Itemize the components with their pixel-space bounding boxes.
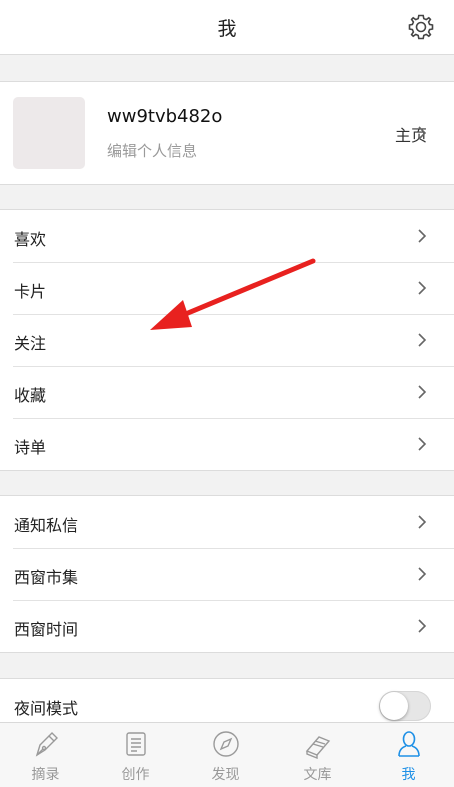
- tab-label: 文库: [303, 767, 332, 783]
- tab-label: 发现: [211, 767, 240, 783]
- menu-item-label: 诗单: [14, 438, 47, 457]
- edit-profile-link[interactable]: 编辑个人信息: [107, 140, 197, 161]
- chevron-right-icon: [418, 619, 427, 633]
- page-title: 我: [217, 18, 237, 40]
- tab-label: 创作: [121, 767, 150, 783]
- menu-item-favorites[interactable]: 收藏: [0, 366, 454, 418]
- menu-item-poem-lists[interactable]: 诗单: [0, 418, 454, 470]
- compass-icon: [213, 731, 239, 757]
- menu-item-time[interactable]: 西窗时间: [0, 600, 454, 652]
- chevron-right-icon: [418, 385, 427, 399]
- avatar[interactable]: [13, 97, 85, 169]
- chevron-right-icon: [418, 126, 427, 140]
- chevron-right-icon: [418, 515, 427, 529]
- username: ww9tvb482o: [107, 106, 223, 127]
- menu-item-following[interactable]: 关注: [0, 314, 454, 366]
- chevron-right-icon: [418, 229, 427, 243]
- menu-item-label: 卡片: [14, 282, 47, 301]
- tab-label: 摘录: [31, 767, 60, 783]
- menu-item-notifications[interactable]: 通知私信: [0, 496, 454, 548]
- menu-item-label: 喜欢: [14, 230, 47, 249]
- menu-group-services: 通知私信 西窗市集 西窗时间: [0, 495, 454, 653]
- menu-item-label: 通知私信: [14, 516, 79, 535]
- menu-item-label: 西窗市集: [14, 568, 79, 587]
- tab-excerpts[interactable]: 摘录: [0, 723, 91, 787]
- menu-item-label: 关注: [14, 334, 47, 353]
- tab-me[interactable]: 我: [363, 723, 454, 787]
- chevron-right-icon: [418, 281, 427, 295]
- person-icon: [398, 731, 420, 757]
- tab-create[interactable]: 创作: [90, 723, 181, 787]
- tab-label: 我: [401, 767, 416, 783]
- tab-discover[interactable]: 发现: [180, 723, 271, 787]
- tab-library[interactable]: 文库: [272, 723, 363, 787]
- chevron-right-icon: [418, 333, 427, 347]
- menu-item-likes[interactable]: 喜欢: [0, 210, 454, 262]
- menu-item-cards[interactable]: 卡片: [0, 262, 454, 314]
- bottom-tab-bar: 摘录 创作 发现 文库 我: [0, 722, 454, 787]
- menu-item-market[interactable]: 西窗市集: [0, 548, 454, 600]
- chevron-right-icon: [418, 567, 427, 581]
- gear-icon[interactable]: [406, 12, 436, 42]
- pen-nib-icon: [35, 732, 58, 757]
- books-icon: [305, 736, 331, 759]
- document-icon: [126, 732, 146, 756]
- night-mode-toggle[interactable]: [379, 691, 431, 721]
- toggle-knob: [380, 692, 408, 720]
- menu-item-label: 西窗时间: [14, 620, 79, 639]
- top-nav-bar: 我: [0, 0, 454, 55]
- chevron-right-icon: [418, 437, 427, 451]
- night-mode-label: 夜间模式: [14, 699, 79, 718]
- menu-item-label: 收藏: [14, 386, 47, 405]
- profile-card[interactable]: ww9tvb482o 编辑个人信息 主页: [0, 81, 454, 185]
- menu-group-content: 喜欢 卡片 关注 收藏 诗单: [0, 209, 454, 471]
